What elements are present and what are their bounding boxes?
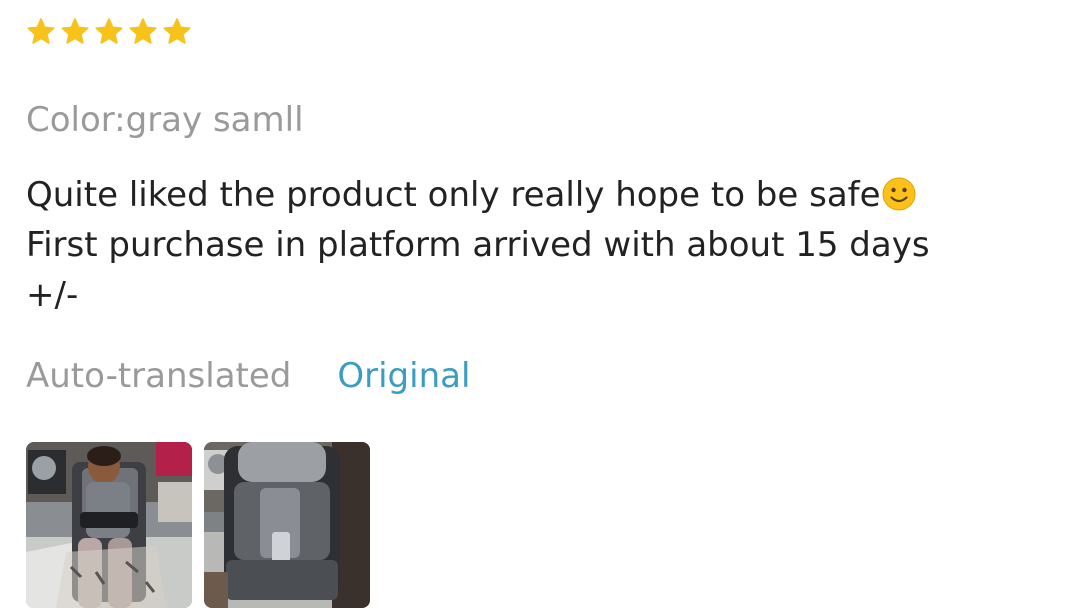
review-photo-child-in-seat[interactable] (26, 442, 192, 608)
star-icon (128, 17, 158, 47)
star-icon (26, 17, 56, 47)
review-photos (26, 442, 1056, 608)
original-link[interactable]: Original (337, 356, 470, 396)
review-text-part2: First purchase in platform arrived with … (26, 225, 930, 315)
star-icon (94, 17, 124, 47)
review-text-part1: Quite liked the product only really hope… (26, 175, 881, 215)
review-photo-seat-cushion[interactable] (204, 442, 370, 608)
star-icon (162, 17, 192, 47)
review-card: Color:gray samll Quite liked the product… (26, 14, 1056, 608)
auto-translated-label: Auto-translated (26, 356, 292, 396)
star-rating (26, 14, 1056, 50)
slightly-smiling-face-icon (881, 176, 917, 212)
review-text: Quite liked the product only really hope… (26, 170, 986, 320)
star-icon (60, 17, 90, 47)
translation-actions: Auto-translated Original (26, 356, 1056, 396)
variant-label: Color:gray samll (26, 100, 304, 140)
